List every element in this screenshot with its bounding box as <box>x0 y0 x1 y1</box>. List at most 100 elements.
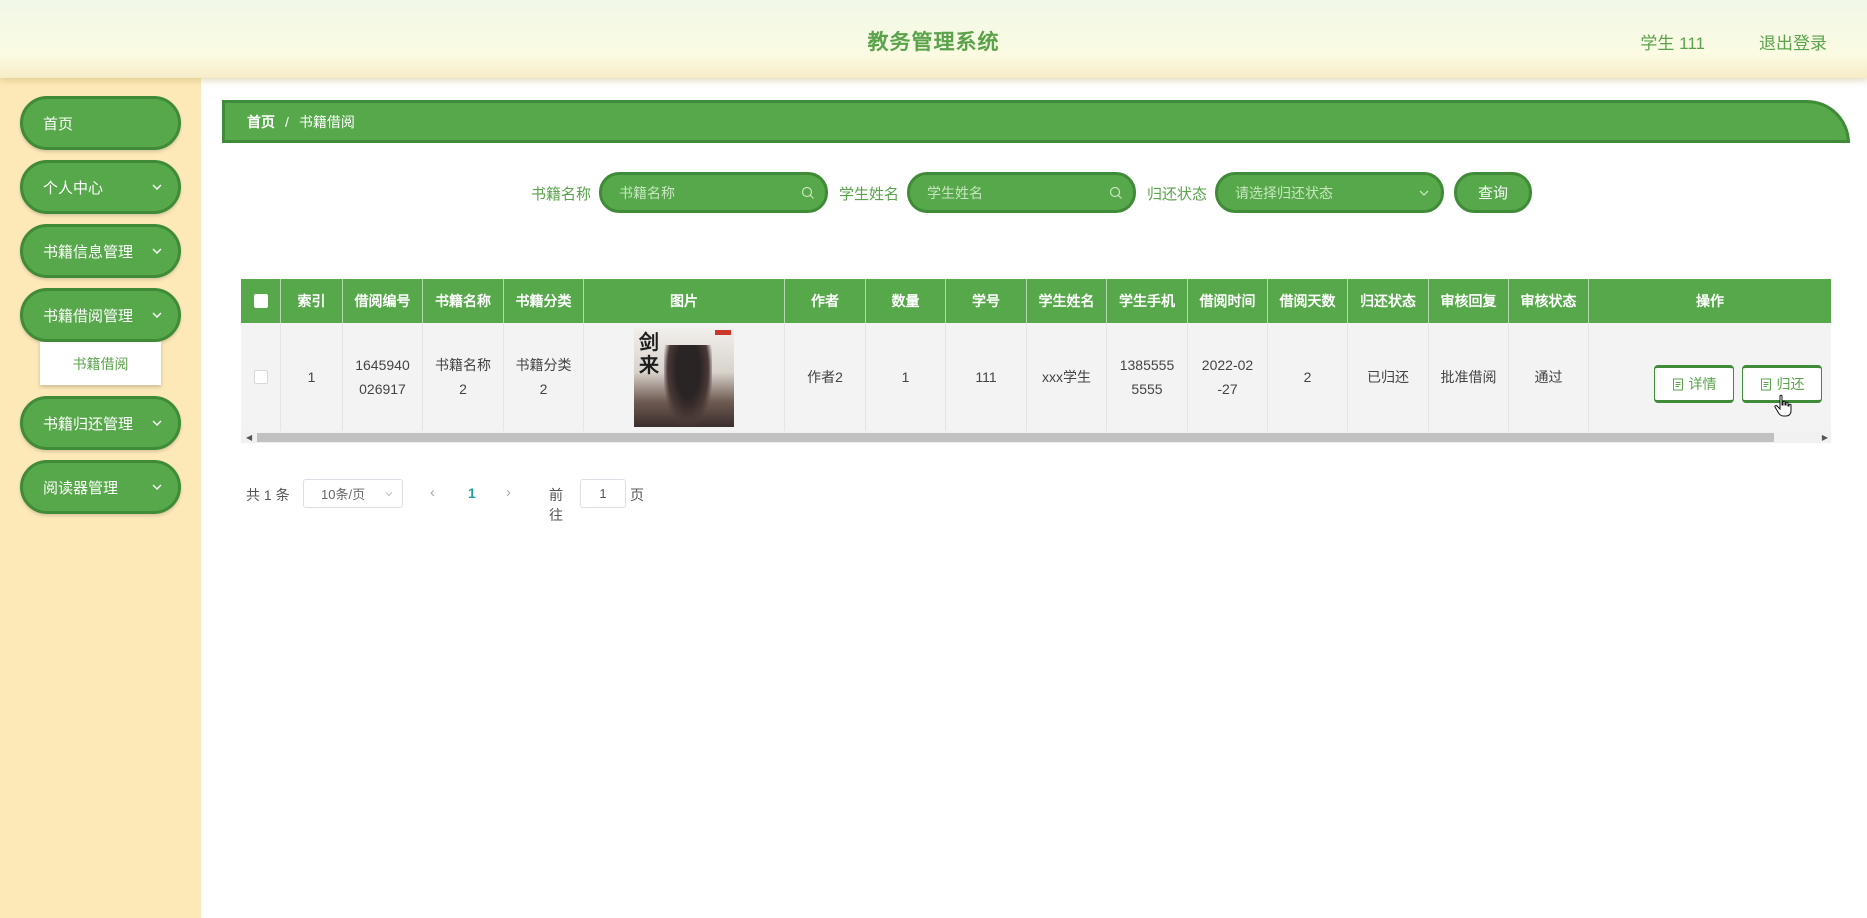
column-header: 书籍名称 <box>423 279 504 323</box>
book-name-line1: 书籍名称 <box>435 357 491 373</box>
document-icon <box>1672 378 1683 390</box>
student-name-label: 学生姓名 <box>839 186 900 203</box>
cell-quantity: 1 <box>866 323 946 431</box>
category-line2: 2 <box>539 381 548 397</box>
return-status-select[interactable]: 请选择归还状态 <box>1215 172 1444 213</box>
student-name-search-input[interactable]: 学生姓名 <box>907 172 1136 213</box>
sidebar-item-label: 首页 <box>43 115 74 133</box>
sidebar-item-reader-management[interactable]: 阅读器管理 <box>20 460 181 514</box>
cell-index: 1 <box>281 323 343 431</box>
borrow-time-line1: 2022-02 <box>1201 357 1254 373</box>
pagination-total: 共 1 条 <box>246 487 290 503</box>
chevron-down-icon <box>152 248 162 254</box>
column-header: 作者 <box>785 279 866 323</box>
chevron-down-icon <box>152 184 162 190</box>
breadcrumb-separator: / <box>285 113 289 130</box>
chevron-down-icon <box>152 484 162 490</box>
scroll-left-arrow-icon[interactable]: ◀ <box>246 433 252 442</box>
search-icon <box>1109 186 1122 199</box>
goto-label: 前往 <box>549 487 563 523</box>
column-header: 学号 <box>946 279 1027 323</box>
logout-link[interactable]: 退出登录 <box>1759 29 1827 54</box>
column-header: 借阅时间 <box>1188 279 1268 323</box>
phone-line1: 1385555 <box>1119 357 1175 373</box>
cell-author: 作者2 <box>785 323 866 431</box>
cell-book-name: 书籍名称 2 <box>423 323 504 431</box>
cell-student-phone: 1385555 5555 <box>1107 323 1188 431</box>
scroll-right-arrow-icon[interactable]: ▶ <box>1822 433 1828 442</box>
goto-page-input[interactable]: 1 <box>580 479 626 508</box>
row-checkbox[interactable] <box>253 370 268 384</box>
category-line1: 书籍分类 <box>515 357 572 373</box>
book-name-label: 书籍名称 <box>531 186 592 203</box>
page-size-value: 10条/页 <box>321 487 366 502</box>
column-header: 借阅天数 <box>1268 279 1348 323</box>
cover-calligraphy: 剑来 <box>639 330 659 377</box>
page-size-select[interactable]: 10条/页 <box>303 479 403 508</box>
top-header: 教务管理系统 学生 111 退出登录 <box>0 0 1867 78</box>
column-header: 审核状态 <box>1509 279 1589 323</box>
chevron-down-icon <box>152 312 162 318</box>
return-status-label: 归还状态 <box>1147 186 1208 203</box>
scrollbar-thumb[interactable] <box>257 433 1774 442</box>
column-header: 归还状态 <box>1348 279 1429 323</box>
cell-actions: 详情 归还 <box>1589 323 1831 431</box>
sidebar-item-book-info[interactable]: 书籍信息管理 <box>20 224 181 278</box>
page-suffix-label: 页 <box>630 487 644 503</box>
sidebar-item-label: 书籍归还管理 <box>43 415 134 433</box>
return-status-placeholder: 请选择归还状态 <box>1235 184 1333 201</box>
student-name-placeholder: 学生姓名 <box>927 184 983 201</box>
sidebar-item-borrow-management[interactable]: 书籍借阅管理 <box>20 288 181 342</box>
cell-borrow-number: 1645940 026917 <box>343 323 423 431</box>
column-header: 学生手机 <box>1107 279 1188 323</box>
horizontal-scrollbar[interactable]: ◀ ▶ <box>241 431 1831 443</box>
chevron-down-icon <box>1419 190 1429 196</box>
search-icon <box>801 186 814 199</box>
table-header: 索引 借阅编号 书籍名称 书籍分类 图片 作者 数量 学号 学生姓名 学生手机 … <box>241 279 1831 323</box>
sidebar-item-home[interactable]: 首页 <box>20 96 181 150</box>
book-name-search-input[interactable]: 书籍名称 <box>599 172 828 213</box>
cell-image: 剑来 <box>584 323 785 431</box>
cell-borrow-time: 2022-02 -27 <box>1188 323 1268 431</box>
sidebar-item-label: 书籍信息管理 <box>43 243 134 261</box>
breadcrumb: 首页 / 书籍借阅 <box>222 100 1850 143</box>
sidebar: 首页 个人中心 书籍信息管理 书籍借阅管理 书籍借阅 书籍归还管理 阅读器管理 <box>0 78 201 918</box>
sidebar-item-label: 书籍借阅管理 <box>43 307 134 325</box>
current-page-number[interactable]: 1 <box>468 485 476 501</box>
cell-student-id: 111 <box>946 323 1027 431</box>
chevron-down-icon <box>152 420 162 426</box>
sidebar-item-label: 阅读器管理 <box>43 479 119 497</box>
sidebar-item-label: 个人中心 <box>43 179 104 197</box>
column-header: 审核回复 <box>1429 279 1509 323</box>
detail-button[interactable]: 详情 <box>1654 365 1734 403</box>
book-cover-image: 剑来 <box>634 327 734 427</box>
cell-borrow-days: 2 <box>1268 323 1348 431</box>
hand-cursor-icon <box>1774 394 1792 417</box>
sidebar-item-personal-center[interactable]: 个人中心 <box>20 160 181 214</box>
table-row: 1 1645940 026917 书籍名称 2 书籍分类 2 剑来 作者2 1 111… <box>241 323 1831 431</box>
column-header: 学生姓名 <box>1027 279 1107 323</box>
sidebar-item-return-management[interactable]: 书籍归还管理 <box>20 396 181 450</box>
cell-review-status: 通过 <box>1509 323 1589 431</box>
sidebar-subitem-book-borrow[interactable]: 书籍借阅 <box>40 342 161 385</box>
query-button[interactable]: 查询 <box>1454 172 1532 213</box>
prev-page-icon[interactable]: ‹ <box>430 484 435 501</box>
next-page-icon[interactable]: › <box>506 484 511 501</box>
chevron-down-icon <box>385 492 393 497</box>
cell-student-name: xxx学生 <box>1027 323 1107 431</box>
column-header: 图片 <box>584 279 785 323</box>
row-select-cell <box>241 323 281 431</box>
book-name-line2: 2 <box>459 381 467 397</box>
current-user: 学生 111 <box>1640 34 1705 53</box>
document-icon <box>1760 378 1771 390</box>
column-header: 索引 <box>281 279 343 323</box>
phone-line2: 5555 <box>1131 381 1163 397</box>
cell-return-status: 已归还 <box>1348 323 1429 431</box>
breadcrumb-home[interactable]: 首页 <box>247 112 275 132</box>
select-all-checkbox[interactable] <box>253 294 268 308</box>
borrow-time-line2: -27 <box>1217 381 1238 397</box>
cover-figure <box>664 345 712 427</box>
cover-tag <box>715 330 731 335</box>
borrow-number-line1: 1645940 <box>355 357 410 373</box>
borrow-number-line2: 026917 <box>359 381 406 397</box>
